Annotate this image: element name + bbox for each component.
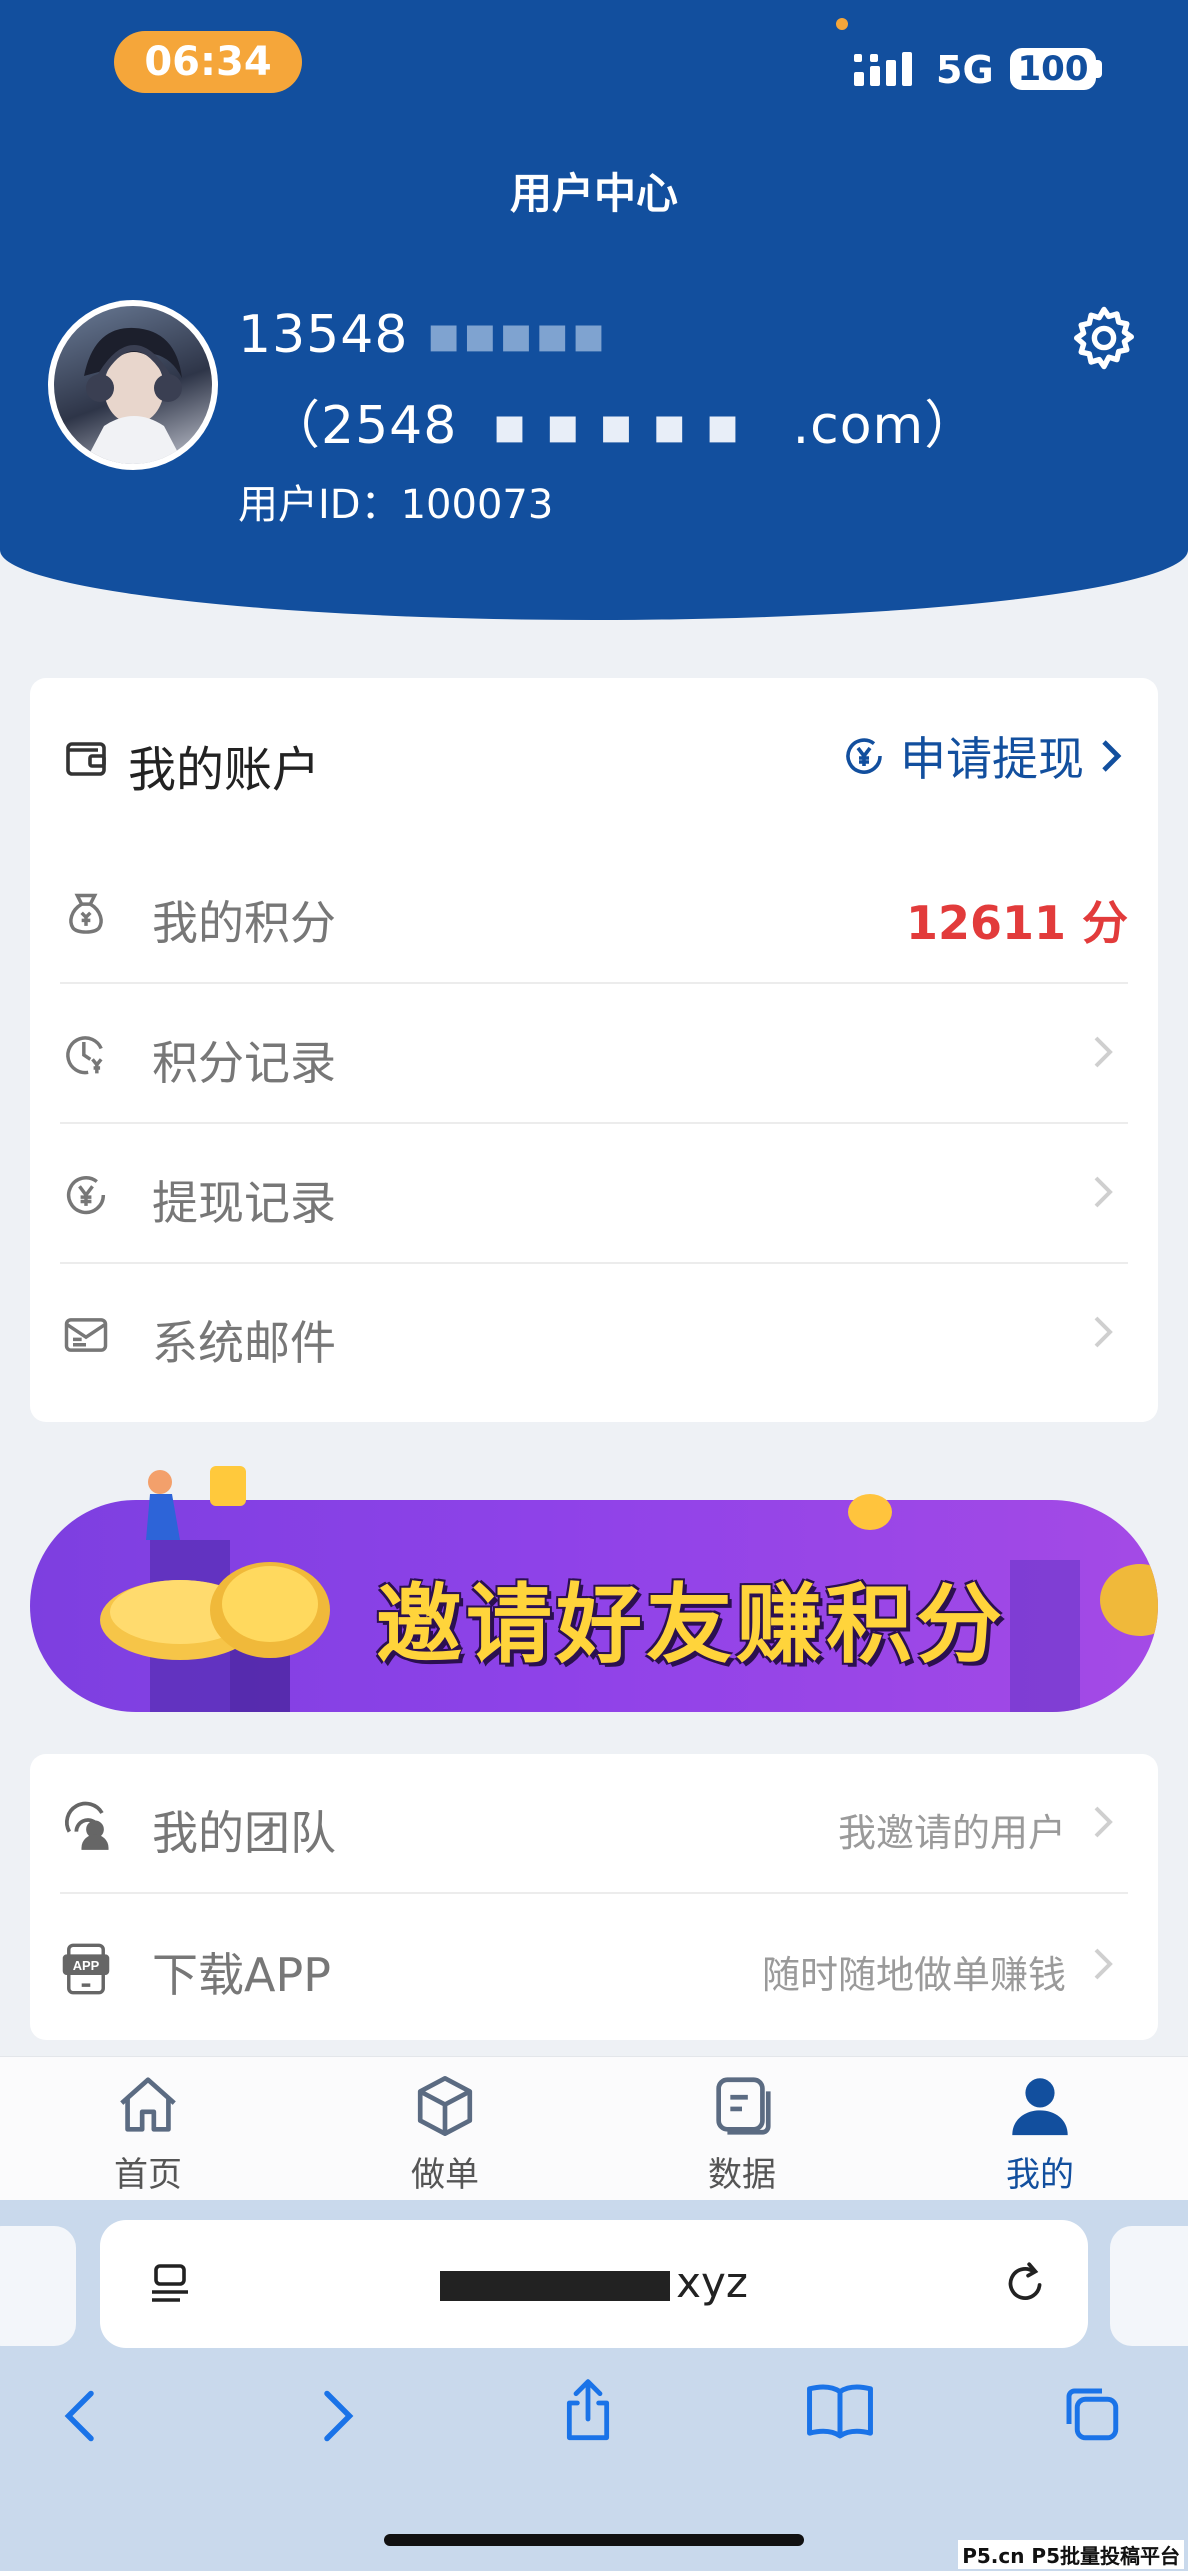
address-bar[interactable]: xyz bbox=[100, 2220, 1088, 2348]
coin-icon bbox=[848, 1494, 892, 1530]
row-label: 系统邮件 bbox=[152, 1316, 336, 1370]
download-app-row[interactable]: APP 下载APP 随时随地做单赚钱 bbox=[60, 1896, 1128, 2036]
signal-icon bbox=[854, 52, 912, 86]
settings-gear-icon[interactable] bbox=[1068, 302, 1140, 374]
bookmarks-icon[interactable] bbox=[804, 2380, 876, 2442]
team-card: 我的团队 我邀请的用户 APP 下载APP 随时随地做单赚钱 bbox=[30, 1754, 1158, 2040]
row-label: 积分记录 bbox=[152, 1036, 336, 1090]
points-value: 12611 分 bbox=[905, 896, 1128, 950]
masked-text: ▪▪▪▪▪ bbox=[408, 305, 608, 365]
tab-label: 数据 bbox=[708, 2155, 776, 2195]
user-email-prefix: （2548 bbox=[268, 396, 458, 456]
tab-label: 做单 bbox=[411, 2155, 479, 2195]
app-icon-text: APP bbox=[73, 1958, 100, 1973]
box-icon bbox=[417, 2075, 473, 2137]
status-time: 06:34 bbox=[114, 31, 302, 93]
forward-arrow-icon[interactable] bbox=[312, 2386, 362, 2446]
user-email: （2548 ▪▪▪▪▪ .com） bbox=[268, 383, 977, 458]
system-mail-row[interactable]: 系统邮件 bbox=[60, 1264, 1128, 1404]
mail-icon bbox=[64, 1318, 108, 1352]
tab-orders[interactable]: 做单 bbox=[345, 2057, 545, 2201]
tab-bar: 首页 做单 数据 我的 bbox=[0, 2056, 1188, 2200]
battery-indicator: 100 bbox=[1010, 48, 1096, 90]
account-header: 我的账户 申请提现 bbox=[30, 678, 1158, 844]
browser-toolbar: xyz P5.cn P5批量投稿平台 bbox=[0, 2200, 1188, 2571]
withdraw-history-row[interactable]: 提现记录 bbox=[60, 1124, 1128, 1264]
tab-label: 首页 bbox=[114, 2155, 182, 2195]
user-phone-text: 13548 bbox=[238, 305, 409, 365]
url-text: xyz bbox=[100, 2258, 1088, 2307]
avatar[interactable] bbox=[48, 300, 218, 470]
my-team-row[interactable]: 我的团队 我邀请的用户 bbox=[60, 1754, 1128, 1894]
home-icon bbox=[120, 2077, 176, 2132]
account-card: 我的账户 申请提现 我的积分 12611 分 积分记录 提现记录 系统邮件 bbox=[30, 678, 1158, 1422]
tab-data[interactable]: 数据 bbox=[642, 2057, 842, 2201]
invite-banner[interactable]: 邀请好友赚积分 bbox=[30, 1466, 1158, 1712]
masked-url bbox=[440, 2270, 671, 2301]
tabs-icon[interactable] bbox=[1058, 2380, 1124, 2446]
person-illustration bbox=[146, 1466, 246, 1540]
team-icon bbox=[65, 1801, 109, 1850]
wallet-icon bbox=[66, 742, 106, 776]
row-hint: 随时随地做单赚钱 bbox=[761, 1953, 1066, 1997]
chevron-right-icon bbox=[1094, 1948, 1113, 1980]
user-id: 用户ID：100073 bbox=[238, 482, 554, 528]
avatar-illustration bbox=[84, 327, 184, 464]
row-hint: 我邀请的用户 bbox=[837, 1811, 1066, 1855]
url-visible: xyz bbox=[676, 2258, 748, 2307]
next-tab-preview[interactable] bbox=[1110, 2226, 1188, 2346]
yen-circle-icon bbox=[846, 738, 882, 774]
points-row[interactable]: 我的积分 12611 分 bbox=[60, 844, 1128, 984]
chevron-right-icon bbox=[1094, 1316, 1113, 1348]
reload-icon[interactable] bbox=[1000, 2258, 1050, 2310]
money-bag-icon bbox=[69, 893, 103, 934]
data-icon bbox=[716, 2077, 771, 2135]
account-title: 我的账户 bbox=[128, 742, 321, 798]
points-history-row[interactable]: 积分记录 bbox=[60, 984, 1128, 1124]
battery-tip bbox=[1096, 60, 1102, 78]
page-title: 用户中心 bbox=[509, 169, 678, 218]
clock-yen-icon bbox=[66, 1036, 103, 1075]
chevron-right-icon bbox=[1094, 1036, 1113, 1068]
chevron-right-icon bbox=[1102, 740, 1122, 772]
row-label: 我的积分 bbox=[152, 896, 336, 950]
masked-text: ▪▪▪▪▪ bbox=[457, 396, 793, 456]
withdraw-label: 申请提现 bbox=[900, 732, 1084, 786]
withdraw-link[interactable]: 申请提现 bbox=[840, 726, 1126, 786]
tab-label: 我的 bbox=[1006, 2155, 1074, 2195]
tab-mine[interactable]: 我的 bbox=[940, 2057, 1140, 2201]
chevron-right-icon bbox=[1094, 1806, 1113, 1838]
row-label: 提现记录 bbox=[152, 1176, 336, 1230]
user-icon bbox=[1012, 2078, 1068, 2136]
back-arrow-icon[interactable] bbox=[56, 2386, 106, 2446]
chevron-right-icon bbox=[1094, 1176, 1113, 1208]
row-label: 我的团队 bbox=[152, 1806, 336, 1860]
network-label: 5G bbox=[936, 48, 994, 92]
app-icon: APP bbox=[62, 1943, 110, 1995]
share-icon[interactable] bbox=[556, 2376, 620, 2446]
user-email-suffix: .com） bbox=[792, 396, 978, 456]
tab-home[interactable]: 首页 bbox=[48, 2057, 248, 2201]
privacy-dot-icon bbox=[836, 18, 848, 30]
user-phone: 13548 ▪▪▪▪▪ bbox=[238, 305, 607, 365]
row-label: 下载APP bbox=[152, 1948, 331, 2002]
home-indicator bbox=[384, 2534, 804, 2546]
avatar-image bbox=[54, 306, 212, 464]
watermark: P5.cn P5批量投稿平台 bbox=[958, 2540, 1184, 2569]
previous-tab-preview[interactable] bbox=[0, 2226, 76, 2346]
yen-circle-icon bbox=[66, 1176, 106, 1215]
header: 06:34 5G 100 用户中心 13548 ▪▪▪▪▪ （2548 ▪▪▪▪… bbox=[0, 0, 1188, 620]
banner-text: 邀请好友赚积分 bbox=[376, 1575, 1006, 1675]
